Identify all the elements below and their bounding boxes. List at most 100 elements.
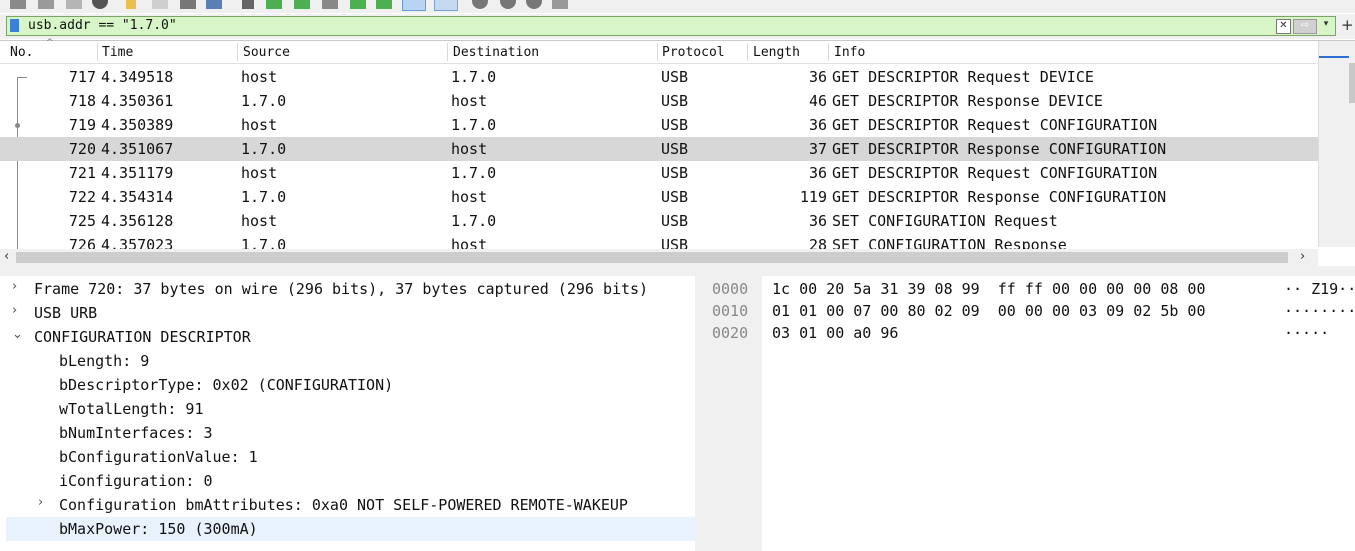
hex-bytes[interactable]: 03 01 00 a0 96: [772, 324, 898, 342]
ascii-bytes[interactable]: ·····: [1284, 324, 1329, 342]
column-header-time[interactable]: Time: [102, 45, 133, 60]
vertical-pane-splitter[interactable]: [695, 276, 702, 551]
hex-bytes[interactable]: 1c 00 20 5a 31 39 08 99 ff ff 00 00 00 0…: [772, 280, 1205, 298]
ascii-bytes[interactable]: ·· Z19··: [1284, 280, 1355, 298]
hex-bytes[interactable]: 01 01 00 07 00 80 02 09 00 00 00 03 09 0…: [772, 302, 1205, 320]
packet-list-horizontal-scrollbar[interactable]: ‹ ›: [0, 249, 1318, 266]
packet-row[interactable]: 718 4.350361 1.7.0 host USB 46 GET DESCR…: [0, 89, 1318, 113]
go-last-icon[interactable]: [376, 0, 392, 9]
scroll-right-arrow-icon[interactable]: ›: [1300, 249, 1305, 264]
go-back-icon[interactable]: [266, 0, 282, 9]
packet-details-pane: › Frame 720: 37 bytes on wire (296 bits)…: [6, 276, 696, 551]
packet-info: GET DESCRIPTOR Response CONFIGURATION: [832, 188, 1167, 206]
detail-field[interactable]: bConfigurationValue: 1: [6, 445, 695, 469]
packet-info: GET DESCRIPTOR Response CONFIGURATION: [832, 140, 1167, 158]
detail-text: bMaxPower: 150 (300mA): [59, 520, 258, 538]
expand-arrow-icon[interactable]: ›: [38, 495, 43, 510]
column-separator[interactable]: [657, 43, 658, 61]
packet-protocol: USB: [661, 212, 689, 230]
packet-length: 119: [799, 188, 827, 206]
packet-time: 4.349518: [101, 68, 174, 86]
packet-no: 725: [68, 212, 96, 230]
detail-field[interactable]: iConfiguration: 0: [6, 469, 695, 493]
column-separator[interactable]: [747, 43, 748, 61]
byte-offset: 0020: [712, 324, 749, 342]
packet-source: 1.7.0: [241, 92, 287, 110]
packet-no: 722: [68, 188, 96, 206]
column-header-info[interactable]: Info: [834, 45, 865, 60]
go-first-icon[interactable]: [350, 0, 366, 9]
apply-filter-icon[interactable]: ⇨: [1293, 19, 1317, 34]
stop-capture-icon[interactable]: [38, 0, 54, 9]
detail-text: bLength: 9: [59, 352, 150, 370]
expand-arrow-icon[interactable]: ›: [12, 279, 17, 294]
packet-length: 36: [808, 68, 827, 86]
detail-tree-item-config-descriptor[interactable]: ⌄ CONFIGURATION DESCRIPTOR: [6, 325, 695, 349]
detail-tree-item-usb-urb[interactable]: › USB URB: [6, 301, 695, 325]
column-separator[interactable]: [237, 43, 238, 61]
collapse-arrow-icon[interactable]: ⌄: [12, 327, 23, 342]
open-file-icon[interactable]: [126, 0, 136, 9]
expand-arrow-icon[interactable]: ›: [12, 303, 17, 318]
detail-text: bNumInterfaces: 3: [59, 424, 213, 442]
filter-bookmark-icon[interactable]: [10, 19, 19, 32]
close-file-icon[interactable]: [180, 0, 196, 9]
packet-row[interactable]: 725 4.356128 host 1.7.0 USB 36 SET CONFI…: [0, 209, 1318, 233]
detail-field[interactable]: bDescriptorType: 0x02 (CONFIGURATION): [6, 373, 695, 397]
detail-field[interactable]: bLength: 9: [6, 349, 695, 373]
column-header-protocol[interactable]: Protocol: [662, 45, 725, 60]
restart-capture-icon[interactable]: [66, 0, 82, 9]
detail-tree-item-bmattributes[interactable]: › Configuration bmAttributes: 0xa0 NOT S…: [6, 493, 695, 517]
column-separator[interactable]: [97, 43, 98, 61]
detail-text: iConfiguration: 0: [59, 472, 213, 490]
pane-splitter[interactable]: [0, 266, 1355, 276]
packet-row[interactable]: 722 4.354314 1.7.0 host USB 119 GET DESC…: [0, 185, 1318, 209]
auto-scroll-icon[interactable]: [402, 0, 426, 11]
detail-text: bDescriptorType: 0x02 (CONFIGURATION): [59, 376, 394, 394]
go-forward-icon[interactable]: [294, 0, 310, 9]
packet-bytes-pane: 0000 1c 00 20 5a 31 39 08 99 ff ff 00 00…: [702, 276, 1355, 551]
packet-info: GET DESCRIPTOR Request CONFIGURATION: [832, 164, 1158, 182]
save-file-icon[interactable]: [152, 0, 168, 9]
column-separator[interactable]: [447, 43, 448, 61]
packet-row-selected[interactable]: 720 4.351067 1.7.0 host USB 37 GET DESCR…: [0, 137, 1318, 161]
zoom-normal-icon[interactable]: [526, 0, 542, 9]
shark-fin-start-icon[interactable]: [10, 0, 26, 9]
packet-length: 37: [808, 140, 827, 158]
add-filter-button-icon[interactable]: +: [1341, 16, 1354, 34]
packet-row[interactable]: 719 4.350389 host 1.7.0 USB 36 GET DESCR…: [0, 113, 1318, 137]
filter-history-dropdown-icon[interactable]: ▾: [1320, 19, 1332, 33]
clear-filter-icon[interactable]: ✕: [1276, 19, 1291, 34]
packet-destination: 1.7.0: [451, 68, 497, 86]
scroll-left-arrow-icon[interactable]: ‹: [4, 249, 9, 264]
column-header-no[interactable]: No.: [10, 45, 33, 60]
display-filter-input[interactable]: usb.addr == "1.7.0" ✕ ⇨ ▾: [6, 16, 1336, 36]
go-to-packet-icon[interactable]: [322, 0, 338, 9]
detail-field[interactable]: wTotalLength: 91: [6, 397, 695, 421]
horizontal-scroll-thumb[interactable]: [16, 252, 1288, 263]
zoom-out-icon[interactable]: [500, 0, 516, 9]
display-filter-text[interactable]: usb.addr == "1.7.0": [28, 18, 177, 33]
detail-field[interactable]: bNumInterfaces: 3: [6, 421, 695, 445]
capture-options-icon[interactable]: [92, 0, 108, 9]
find-packet-icon[interactable]: [242, 0, 254, 9]
packet-row[interactable]: 721 4.351179 host 1.7.0 USB 36 GET DESCR…: [0, 161, 1318, 185]
resize-columns-icon[interactable]: [552, 0, 568, 9]
column-header-destination[interactable]: Destination: [453, 45, 539, 60]
vertical-scroll-thumb[interactable]: [1349, 63, 1355, 103]
colorize-icon[interactable]: [434, 0, 458, 11]
packet-info: SET CONFIGURATION Request: [832, 212, 1058, 230]
reload-file-icon[interactable]: [206, 0, 222, 9]
detail-text: bConfigurationValue: 1: [59, 448, 258, 466]
detail-text: USB URB: [34, 304, 98, 322]
column-header-length[interactable]: Length: [753, 45, 800, 60]
ascii-bytes[interactable]: ········: [1284, 302, 1355, 320]
packet-source: host: [241, 212, 278, 230]
packet-row[interactable]: 717 4.349518 host 1.7.0 USB 36 GET DESCR…: [0, 65, 1318, 89]
detail-field-selected[interactable]: bMaxPower: 150 (300mA): [6, 517, 695, 541]
packet-list-minimap-scrollbar[interactable]: [1318, 41, 1355, 247]
column-separator[interactable]: [828, 43, 829, 61]
detail-tree-item-frame[interactable]: › Frame 720: 37 bytes on wire (296 bits)…: [6, 277, 695, 301]
zoom-in-icon[interactable]: [472, 0, 488, 9]
column-header-source[interactable]: Source: [243, 45, 290, 60]
